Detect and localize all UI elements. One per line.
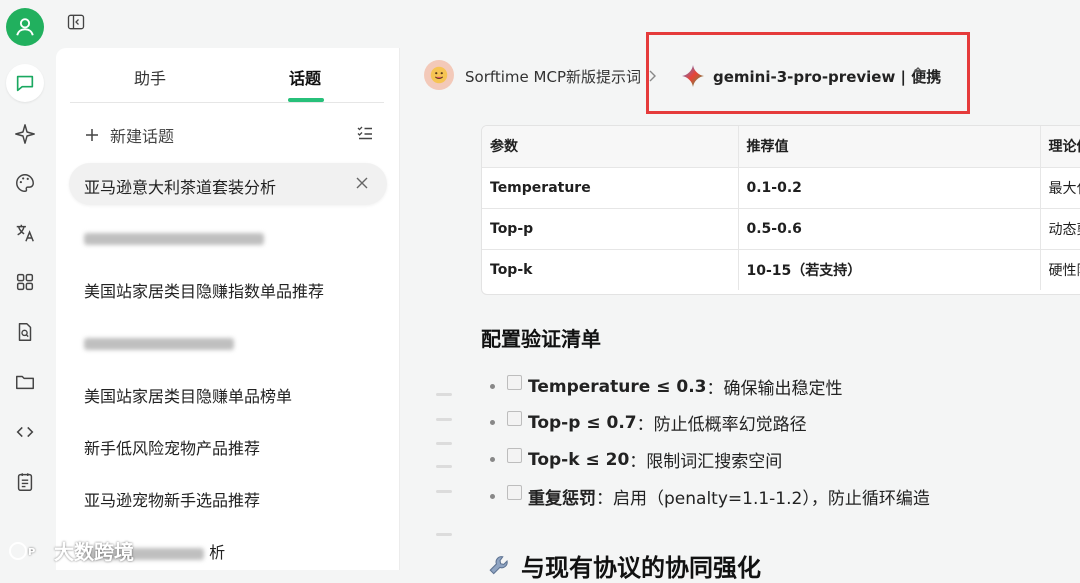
table-cell: Top-p — [482, 208, 739, 250]
topic-item-selected[interactable]: 亚马逊意大利茶道套装分析 — [69, 163, 387, 205]
sparkle-icon[interactable] — [11, 120, 39, 148]
checkbox[interactable] — [507, 375, 522, 390]
chevron-updown-icon[interactable] — [912, 66, 924, 88]
svg-text:P: P — [28, 547, 35, 558]
checkbox[interactable] — [507, 485, 522, 500]
translate-icon[interactable] — [11, 219, 39, 247]
checklist-item: Temperature ≤ 0.3 ：确保输出稳定性 — [490, 374, 842, 399]
table-header-row: 参数 推荐值 理论依 — [482, 126, 1080, 168]
checkbox[interactable] — [507, 448, 522, 463]
checklist-item: Top-p ≤ 0.7 ：防止低概率幻觉路径 — [490, 410, 807, 435]
topic-label: 新手低风险宠物产品推荐 — [84, 439, 261, 458]
icon-rail — [0, 0, 52, 570]
topic-label: 亚马逊意大利茶道套装分析 — [84, 178, 277, 197]
bullet — [490, 494, 495, 499]
section-heading: 与现有协议的协同强化 — [487, 548, 761, 583]
minimap-marker[interactable] — [436, 393, 452, 396]
parameter-table: 参数 推荐值 理论依 Temperature 0.1-0.2 最大化 Top-p… — [481, 125, 1080, 295]
topic-item-blurred[interactable] — [84, 228, 264, 247]
checklist-item-text: ：启用（penalty=1.1-1.2），防止循环编造 — [596, 489, 930, 509]
table-header-cell: 推荐值 — [738, 126, 1041, 168]
gemini-icon — [681, 64, 705, 92]
minimap-marker[interactable] — [436, 442, 452, 445]
table-cell: Top-k — [482, 249, 739, 290]
minimap-marker[interactable] — [436, 490, 452, 493]
checklist-item-key: Top-p ≤ 0.7 — [528, 412, 637, 433]
topic-label: 美国站家居类目隐赚单品榜单 — [84, 387, 293, 406]
table-cell: 0.5-0.6 — [738, 208, 1041, 250]
topic-item[interactable]: 美国站家居类目隐赚单品榜单 — [84, 383, 292, 407]
palette-icon[interactable] — [11, 169, 39, 197]
redacted-text — [84, 337, 234, 350]
minimap-marker[interactable] — [436, 533, 452, 536]
minimap-marker[interactable] — [436, 418, 452, 421]
checklist-item-text: ：防止低概率幻觉路径 — [636, 415, 807, 435]
chat-icon[interactable] — [6, 64, 44, 102]
topic-item[interactable]: 美国站家居类目隐赚指数单品推荐 — [84, 278, 324, 302]
topic-panel: 助手 话题 新建话题 亚马逊意大利茶道套装分析 美国站家居类目隐赚指数单品推荐 … — [56, 48, 400, 570]
topic-item[interactable]: 亚马逊宠物新手选品推荐 — [84, 487, 260, 511]
section-heading-text: 与现有协议的协同强化 — [521, 554, 761, 582]
folder-icon[interactable] — [11, 368, 39, 396]
checklist-item-key: 重复惩罚 — [528, 489, 596, 509]
wrench-icon — [489, 555, 508, 574]
smile-face-icon — [430, 66, 448, 84]
new-topic-label: 新建话题 — [110, 127, 175, 146]
topic-label: 美国站家居类目隐赚指数单品推荐 — [84, 282, 325, 301]
table-cell: 硬性限 — [1040, 249, 1080, 290]
checklist-item: 重复惩罚 ：启用（penalty=1.1-1.2），防止循环编造 — [490, 484, 930, 509]
table-row: Top-p 0.5-0.6 动态剪 — [482, 208, 1080, 250]
checkbox[interactable] — [507, 411, 522, 426]
plus-icon — [86, 129, 98, 141]
bullet — [490, 384, 495, 389]
minimap-marker[interactable] — [436, 465, 452, 468]
document-search-icon[interactable] — [11, 318, 39, 346]
checklist-item: Top-k ≤ 20 ：限制词汇搜索空间 — [490, 447, 782, 472]
tab-topics[interactable]: 话题 — [289, 65, 321, 89]
panel-tabs: 助手 话题 — [70, 48, 384, 103]
table-row: Temperature 0.1-0.2 最大化 — [482, 167, 1080, 209]
checklist-item-text: ：确保输出稳定性 — [706, 379, 843, 399]
close-icon[interactable] — [355, 175, 369, 194]
sidebar-toggle-icon[interactable] — [64, 10, 88, 34]
topic-item-blurred[interactable] — [84, 333, 234, 352]
table-cell: 动态剪 — [1040, 208, 1080, 250]
active-tab-indicator — [288, 98, 324, 102]
table-cell: 0.1-0.2 — [738, 167, 1041, 209]
assistant-name[interactable]: Sorftime MCP新版提示词 — [465, 66, 641, 87]
notes-icon[interactable] — [11, 468, 39, 496]
tab-assistant[interactable]: 助手 — [134, 65, 166, 89]
topic-label-fragment: 析 — [209, 543, 226, 562]
watermark: P 大数跨境 — [8, 536, 134, 565]
redacted-text — [84, 232, 264, 245]
apps-grid-icon[interactable] — [11, 268, 39, 296]
checklist-icon[interactable] — [356, 124, 374, 146]
code-icon[interactable] — [11, 418, 39, 446]
bullet — [490, 457, 495, 462]
watermark-logo-icon: P — [9, 541, 35, 560]
topic-item[interactable]: 新手低风险宠物产品推荐 — [84, 435, 260, 459]
topic-label: 亚马逊宠物新手选品推荐 — [84, 491, 261, 510]
assistant-avatar[interactable] — [424, 60, 454, 90]
user-avatar[interactable] — [6, 8, 44, 46]
checklist-heading: 配置验证清单 — [481, 327, 601, 351]
model-selector[interactable]: gemini-3-pro-preview | 便携 — [713, 66, 941, 87]
table-row: Top-k 10-15（若支持） 硬性限 — [482, 249, 1080, 290]
table-header-cell: 参数 — [482, 126, 739, 168]
table-cell: 10-15（若支持） — [738, 249, 1041, 290]
watermark-text: 大数跨境 — [54, 540, 134, 564]
table-cell: 最大化 — [1040, 167, 1080, 209]
user-icon — [16, 18, 34, 36]
table-cell: Temperature — [482, 167, 739, 209]
checklist-item-key: Top-k ≤ 20 — [528, 449, 630, 470]
new-topic-button[interactable]: 新建话题 — [84, 123, 174, 147]
checklist-item-text: ：限制词汇搜索空间 — [629, 452, 783, 472]
table-header-cell: 理论依 — [1040, 126, 1080, 168]
checklist-item-key: Temperature ≤ 0.3 — [528, 376, 707, 397]
bullet — [490, 420, 495, 425]
